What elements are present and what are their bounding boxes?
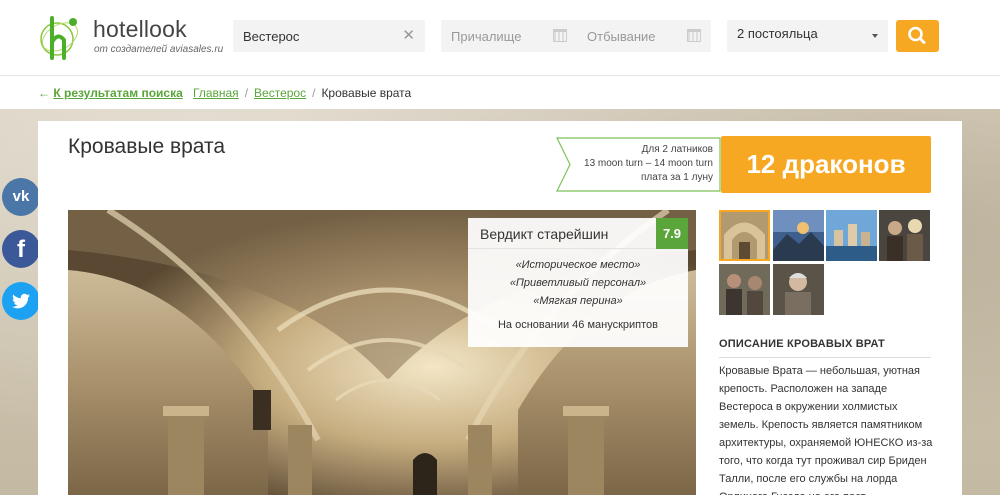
review-quote: «Приветливый персонал» bbox=[509, 277, 647, 289]
price-button[interactable]: 12 драконов bbox=[721, 136, 931, 193]
checkin-placeholder: Причалище bbox=[451, 29, 522, 44]
rating-score: 7.9 bbox=[656, 218, 688, 249]
twitter-icon bbox=[12, 293, 30, 309]
checkin-field[interactable]: Причалище bbox=[441, 20, 577, 52]
header: hotellook от создателей aviasales.ru Вес… bbox=[0, 0, 1000, 76]
vk-icon: vk bbox=[12, 188, 30, 205]
price-guests: Для 2 латников bbox=[641, 144, 713, 155]
vk-share-button[interactable]: vk bbox=[2, 178, 40, 216]
facebook-icon: f bbox=[17, 236, 25, 263]
price-period: плата за 1 луну bbox=[640, 172, 713, 183]
guests-value: 2 постояльца bbox=[737, 26, 818, 41]
hotel-card: Кровавые врата Для 2 латников 13 moon tu… bbox=[38, 121, 962, 495]
price-info: Для 2 латников 13 moon turn – 14 moon tu… bbox=[556, 137, 721, 192]
checkout-placeholder: Отбывание bbox=[587, 29, 656, 44]
back-label: К результатам поиска bbox=[53, 86, 183, 100]
logo-name: hotellook bbox=[93, 16, 187, 42]
guests-select[interactable]: 2 постояльца bbox=[727, 20, 888, 52]
logo-tagline: от создателей aviasales.ru bbox=[94, 44, 224, 55]
price-dates: 13 moon turn – 14 moon turn bbox=[584, 158, 713, 169]
twitter-share-button[interactable] bbox=[2, 282, 40, 320]
review-count: На основании 46 манускриптов bbox=[497, 319, 658, 331]
review-quote: «Историческое место» bbox=[515, 259, 641, 271]
clear-icon[interactable]: ✕ bbox=[402, 28, 415, 44]
arrow-left-icon: ← bbox=[38, 86, 50, 100]
search-button[interactable] bbox=[896, 20, 939, 52]
description-divider bbox=[719, 357, 931, 358]
thumbnail-characters[interactable] bbox=[879, 210, 930, 261]
breadcrumb-bar: ← К результатам поиска Главная / Вестерос /… bbox=[0, 76, 1000, 109]
breadcrumb-region[interactable]: Вестерос bbox=[254, 86, 306, 100]
checkout-field[interactable]: Отбывание bbox=[577, 20, 711, 52]
calendar-icon bbox=[553, 29, 567, 42]
thumbnail-landscape[interactable] bbox=[773, 210, 824, 261]
description-title: ОПИСАНИЕ КРОВАВЫХ ВРАТ bbox=[719, 338, 885, 350]
thumbnail-castle[interactable] bbox=[826, 210, 877, 261]
description-text: Кровавые Врата — небольшая, уютная крепо… bbox=[719, 365, 933, 495]
rating-label: Вердикт старейшин bbox=[480, 226, 609, 242]
breadcrumb-current: Кровавые врата bbox=[321, 86, 412, 100]
thumbnail-warriors[interactable] bbox=[719, 264, 770, 315]
rating-header: Вердикт старейшин 7.9 bbox=[468, 218, 688, 249]
back-to-results-link[interactable]: ← К результатам поиска bbox=[38, 86, 183, 100]
chevron-down-icon bbox=[872, 34, 878, 38]
destination-value: Вестерос bbox=[243, 29, 300, 44]
logo[interactable]: hotellook от создателей aviasales.ru bbox=[36, 12, 223, 62]
breadcrumb-separator: / bbox=[244, 86, 249, 100]
review-quote: «Мягкая перина» bbox=[533, 295, 623, 307]
thumbnail-arcade[interactable] bbox=[719, 210, 770, 261]
thumbnail-lord[interactable] bbox=[773, 264, 824, 315]
facebook-share-button[interactable]: f bbox=[2, 230, 40, 268]
rating-panel: Вердикт старейшин 7.9 «Историческое мест… bbox=[468, 218, 688, 347]
destination-input[interactable]: Вестерос ✕ bbox=[233, 20, 425, 52]
breadcrumb-home[interactable]: Главная bbox=[193, 86, 239, 100]
calendar-icon bbox=[687, 29, 701, 42]
search-icon bbox=[908, 26, 926, 44]
breadcrumb: Главная / Вестерос / Кровавые врата bbox=[193, 86, 411, 100]
breadcrumb-separator: / bbox=[312, 86, 316, 100]
page-title: Кровавые врата bbox=[68, 135, 226, 158]
hotellook-logo-icon bbox=[40, 16, 79, 60]
